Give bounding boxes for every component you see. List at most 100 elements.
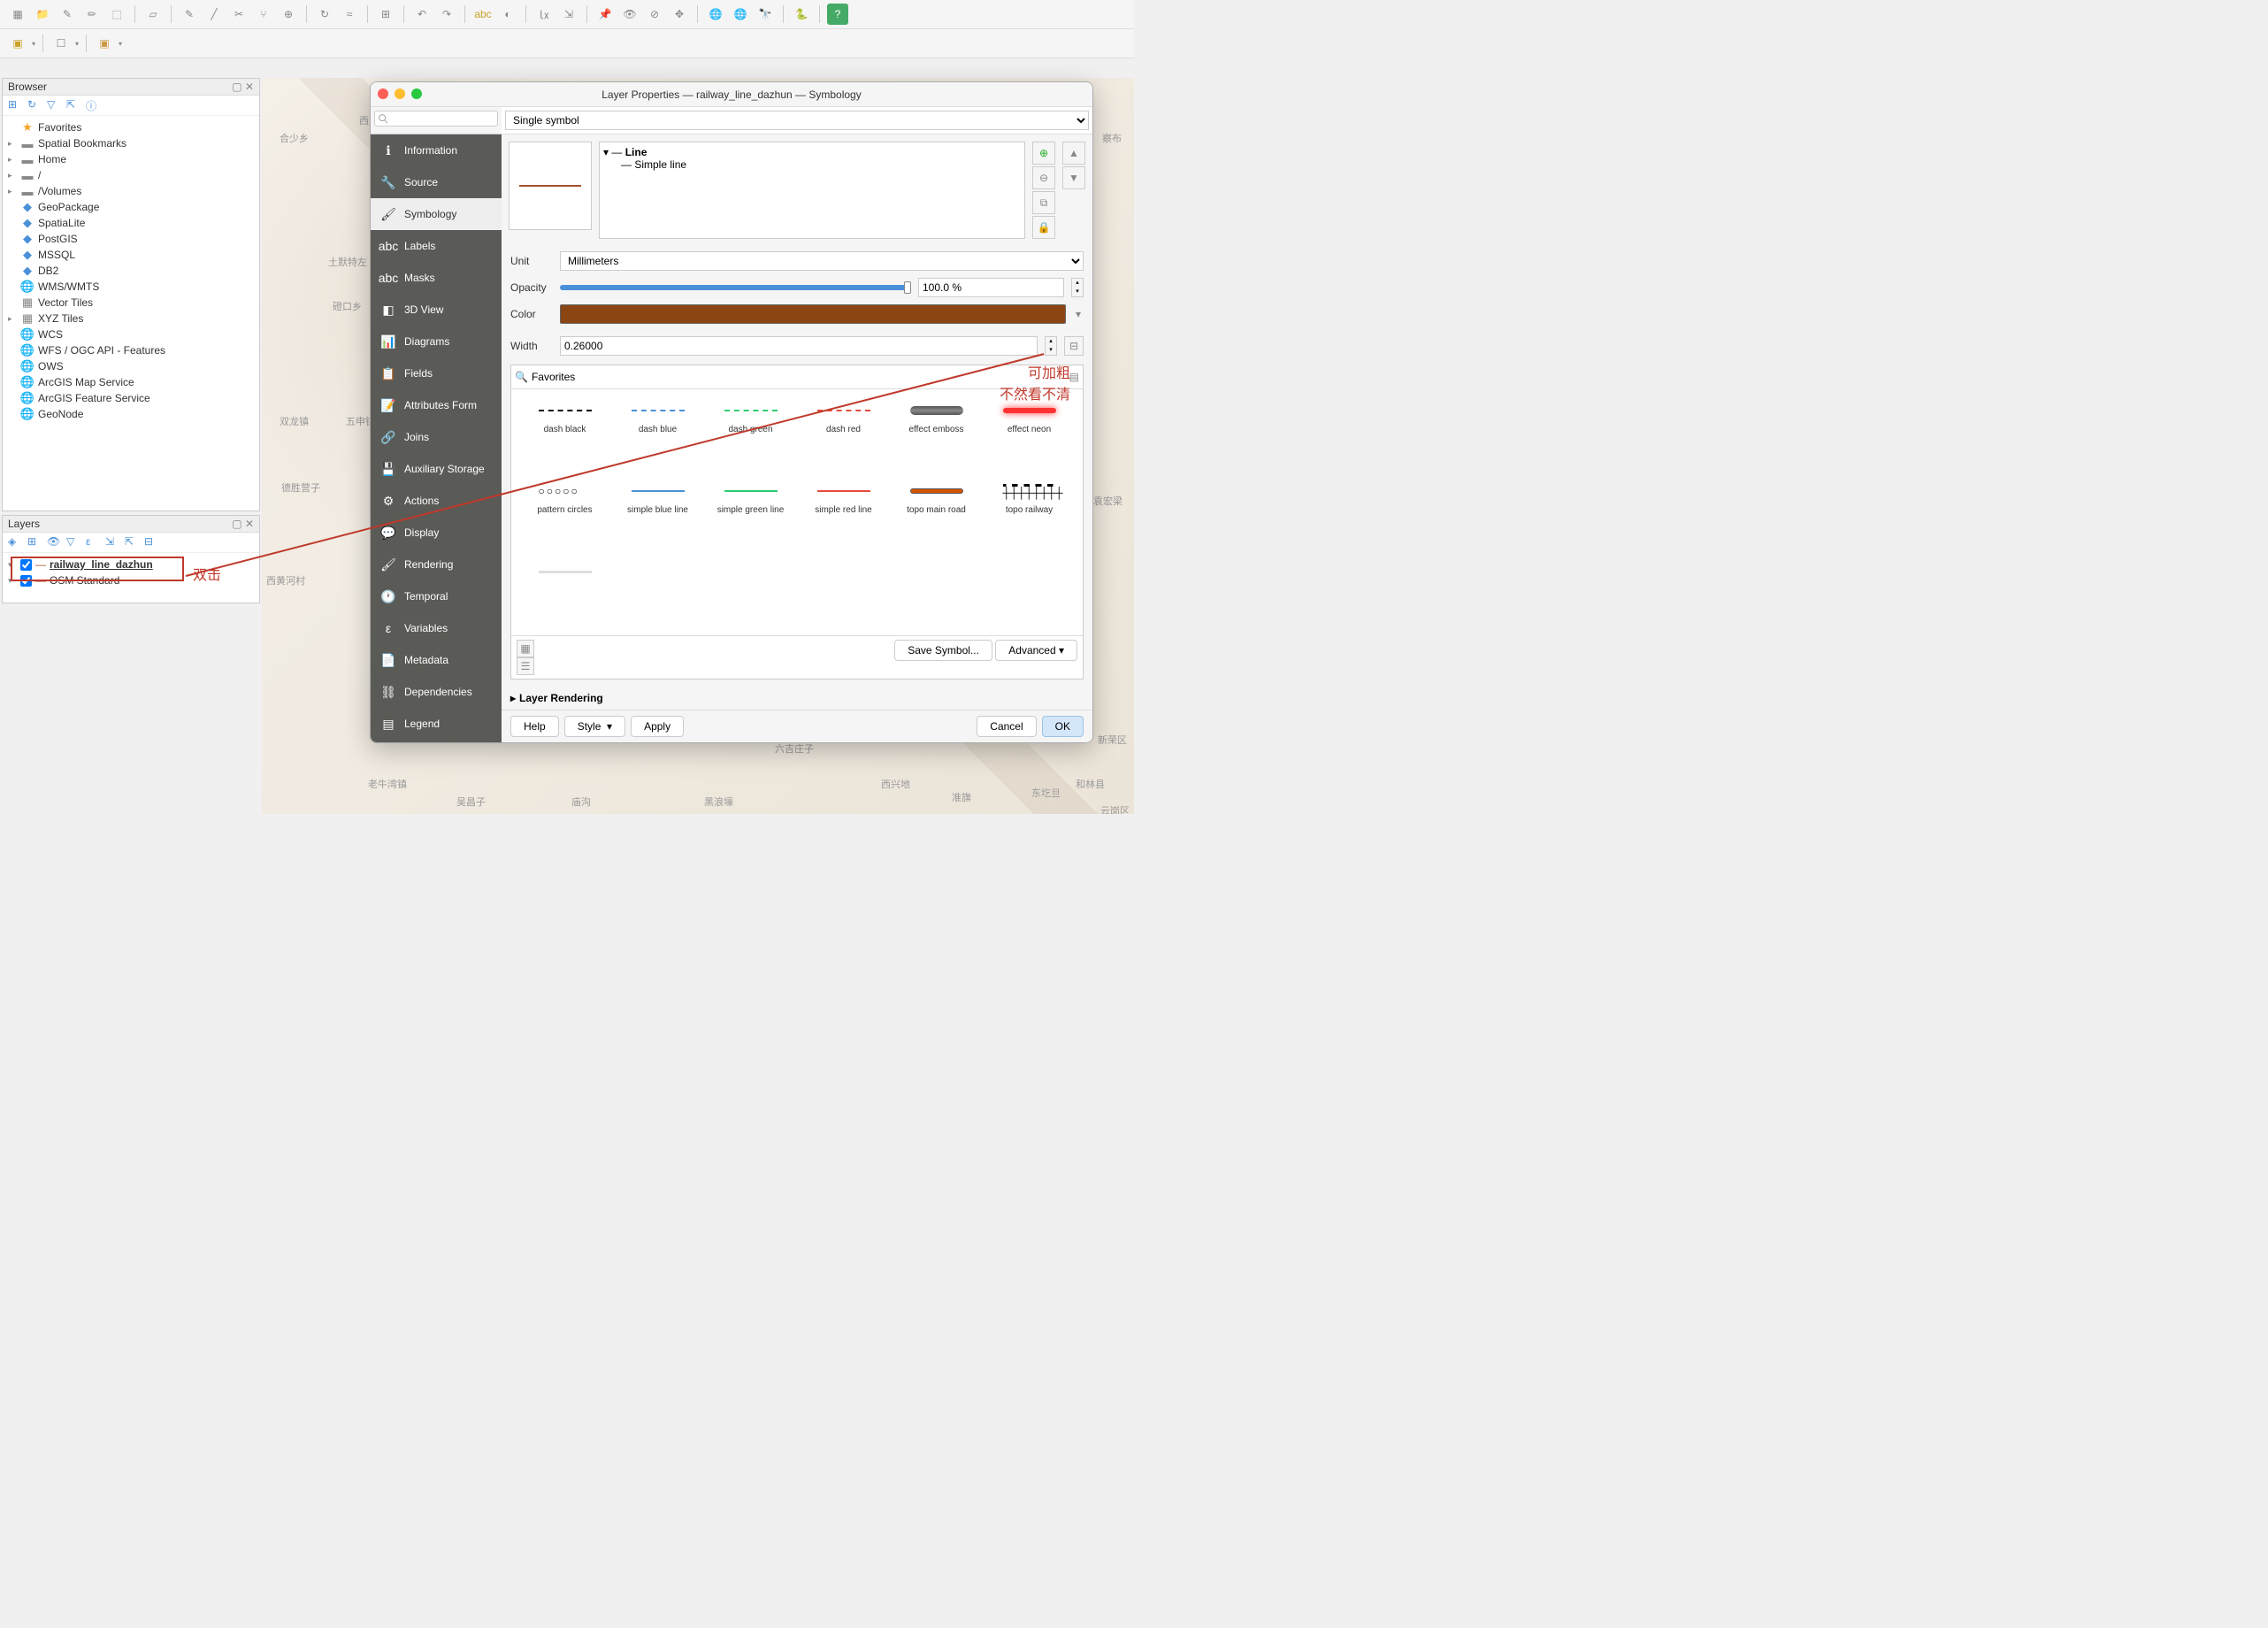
browser-item[interactable]: 🌐ArcGIS Feature Service [4,390,257,406]
diagram-icon[interactable]: ◐ [497,4,518,25]
remove-icon[interactable]: ⊟ [144,535,158,549]
label-icon[interactable]: abc [472,4,494,25]
help-icon[interactable]: ? [827,4,848,25]
sidebar-item-masks[interactable]: abcMasks [371,262,502,294]
rotate-icon[interactable]: ↻ [314,4,335,25]
favorites-menu-icon[interactable]: ▤ [1069,371,1079,383]
sidebar-item-3d-view[interactable]: ◧3D View [371,294,502,326]
favorite-symbol[interactable]: effect emboss [892,398,981,475]
favorite-symbol[interactable]: simple red line [799,479,888,556]
filter-legend-icon[interactable]: ▽ [66,535,80,549]
favorite-symbol[interactable] [520,559,609,626]
deselect-icon[interactable]: ☐ [50,33,72,54]
layer-rendering-section[interactable]: ▸ Layer Rendering [502,687,1092,710]
sidebar-item-diagrams[interactable]: 📊Diagrams [371,326,502,357]
icon-view-icon[interactable]: ▦ [517,640,534,657]
edit-icon[interactable]: ✎ [179,4,200,25]
sidebar-item-metadata[interactable]: 📄Metadata [371,644,502,676]
lock-icon[interactable]: 🔒 [1032,216,1055,239]
width-input[interactable] [560,336,1038,356]
width-data-defined-icon[interactable]: ⊟ [1064,336,1084,356]
move-up-icon[interactable]: ▲ [1062,142,1085,165]
move-icon[interactable]: ✥ [669,4,690,25]
favorite-symbol[interactable]: topo main road [892,479,981,556]
sidebar-item-dependencies[interactable]: ⛓Dependencies [371,676,502,708]
opacity-spinner[interactable]: ▴▾ [1071,278,1084,297]
new-layer-icon[interactable]: ⊞ [375,4,396,25]
unit-select[interactable]: Millimeters [560,251,1084,271]
width-spinner[interactable]: ▴▾ [1045,336,1057,356]
browser-item[interactable]: ◆DB2 [4,263,257,279]
sidebar-item-attributes-form[interactable]: 📝Attributes Form [371,389,502,421]
opacity-slider[interactable] [560,285,911,290]
label-props-icon[interactable]: ㏓ [533,4,555,25]
show-icon[interactable]: 👁 [619,4,640,25]
browser-item[interactable]: 🌐WFS / OGC API - Features [4,342,257,358]
python-icon[interactable]: 🐍 [791,4,812,25]
maximize-icon[interactable] [411,88,422,99]
node-tool-icon[interactable]: ✎ [57,4,78,25]
new-project-icon[interactable]: ▦ [7,4,28,25]
collapse-icon[interactable]: ⇱ [66,98,80,112]
browser-item[interactable]: ◆MSSQL [4,247,257,263]
sidebar-item-rendering[interactable]: 🖌Rendering [371,549,502,580]
favorite-symbol[interactable]: effect neon [985,398,1074,475]
binoculars-icon[interactable]: 🔭 [755,4,776,25]
label-move-icon[interactable]: ⇲ [558,4,579,25]
browser-item[interactable]: ▸▬Home [4,151,257,167]
symbol-root[interactable]: Line [625,146,647,158]
opacity-input[interactable] [918,278,1064,297]
browser-item[interactable]: 🌐GeoNode [4,406,257,422]
browser-item[interactable]: ▸▦XYZ Tiles [4,311,257,326]
poly-icon[interactable]: ▱ [142,4,164,25]
merge-icon[interactable]: ⊕ [278,4,299,25]
favorite-symbol[interactable]: dash black [520,398,609,475]
sidebar-search-input[interactable] [374,111,498,127]
save-symbol-button[interactable]: Save Symbol... [894,640,992,661]
favorite-symbol[interactable]: dash blue [613,398,702,475]
sidebar-item-labels[interactable]: abcLabels [371,230,502,262]
add-symbol-layer-icon[interactable]: ⊕ [1032,142,1055,165]
cancel-button[interactable]: Cancel [977,716,1036,737]
panel-controls[interactable]: ▢ ✕ [232,518,254,530]
advanced-button[interactable]: Advanced ▾ [995,640,1077,661]
window-controls[interactable] [378,88,422,99]
select-rect-icon[interactable]: ▣ [7,33,28,54]
symbol-layers-tree[interactable]: ▾ — Line — Simple line [599,142,1025,239]
cut-icon[interactable]: ✂ [228,4,249,25]
globe-search-icon[interactable]: 🌐 [730,4,751,25]
browser-item[interactable]: ◆PostGIS [4,231,257,247]
split-icon[interactable]: ⑂ [253,4,274,25]
move-down-icon[interactable]: ▼ [1062,166,1085,189]
favorite-symbol[interactable]: dash red [799,398,888,475]
copy-style-icon[interactable]: ▣ [94,33,115,54]
sidebar-item-source[interactable]: 🔧Source [371,166,502,198]
hide-icon[interactable]: ⊘ [644,4,665,25]
layer-item[interactable]: ▾ — railway_line_dazhun [4,557,257,572]
browser-item[interactable]: ◆GeoPackage [4,199,257,215]
browser-item[interactable]: ▸▬/Volumes [4,183,257,199]
browser-item[interactable]: ◆SpatiaLite [4,215,257,231]
draw-icon[interactable]: ╱ [203,4,225,25]
open-project-icon[interactable]: 📁 [32,4,53,25]
filter-icon[interactable]: ▽ [47,98,61,112]
duplicate-icon[interactable]: ⧉ [1032,191,1055,214]
pencil-icon[interactable]: ✏ [81,4,103,25]
favorites-grid[interactable]: dash blackdash bluedash greendash redeff… [511,389,1083,635]
color-button[interactable] [560,304,1066,324]
favorites-search-input[interactable] [532,369,1066,385]
sidebar-item-fields[interactable]: 📋Fields [371,357,502,389]
expr-icon[interactable]: ε [86,535,100,549]
globe-icon[interactable]: 🌐 [705,4,726,25]
minimize-icon[interactable] [395,88,405,99]
browser-item[interactable]: ★Favorites [4,119,257,135]
properties-icon[interactable]: ⓘ [86,98,100,112]
favorite-symbol[interactable]: ○○○○○pattern circles [520,479,609,556]
favorite-symbol[interactable]: dash green [706,398,795,475]
pin-icon[interactable]: 📌 [594,4,616,25]
sidebar-item-information[interactable]: ℹInformation [371,134,502,166]
symbol-type-select[interactable]: Single symbol [505,111,1089,130]
sidebar-item-auxiliary-storage[interactable]: 💾Auxiliary Storage [371,453,502,485]
browser-item[interactable]: 🌐OWS [4,358,257,374]
list-view-icon[interactable]: ☰ [517,657,534,675]
